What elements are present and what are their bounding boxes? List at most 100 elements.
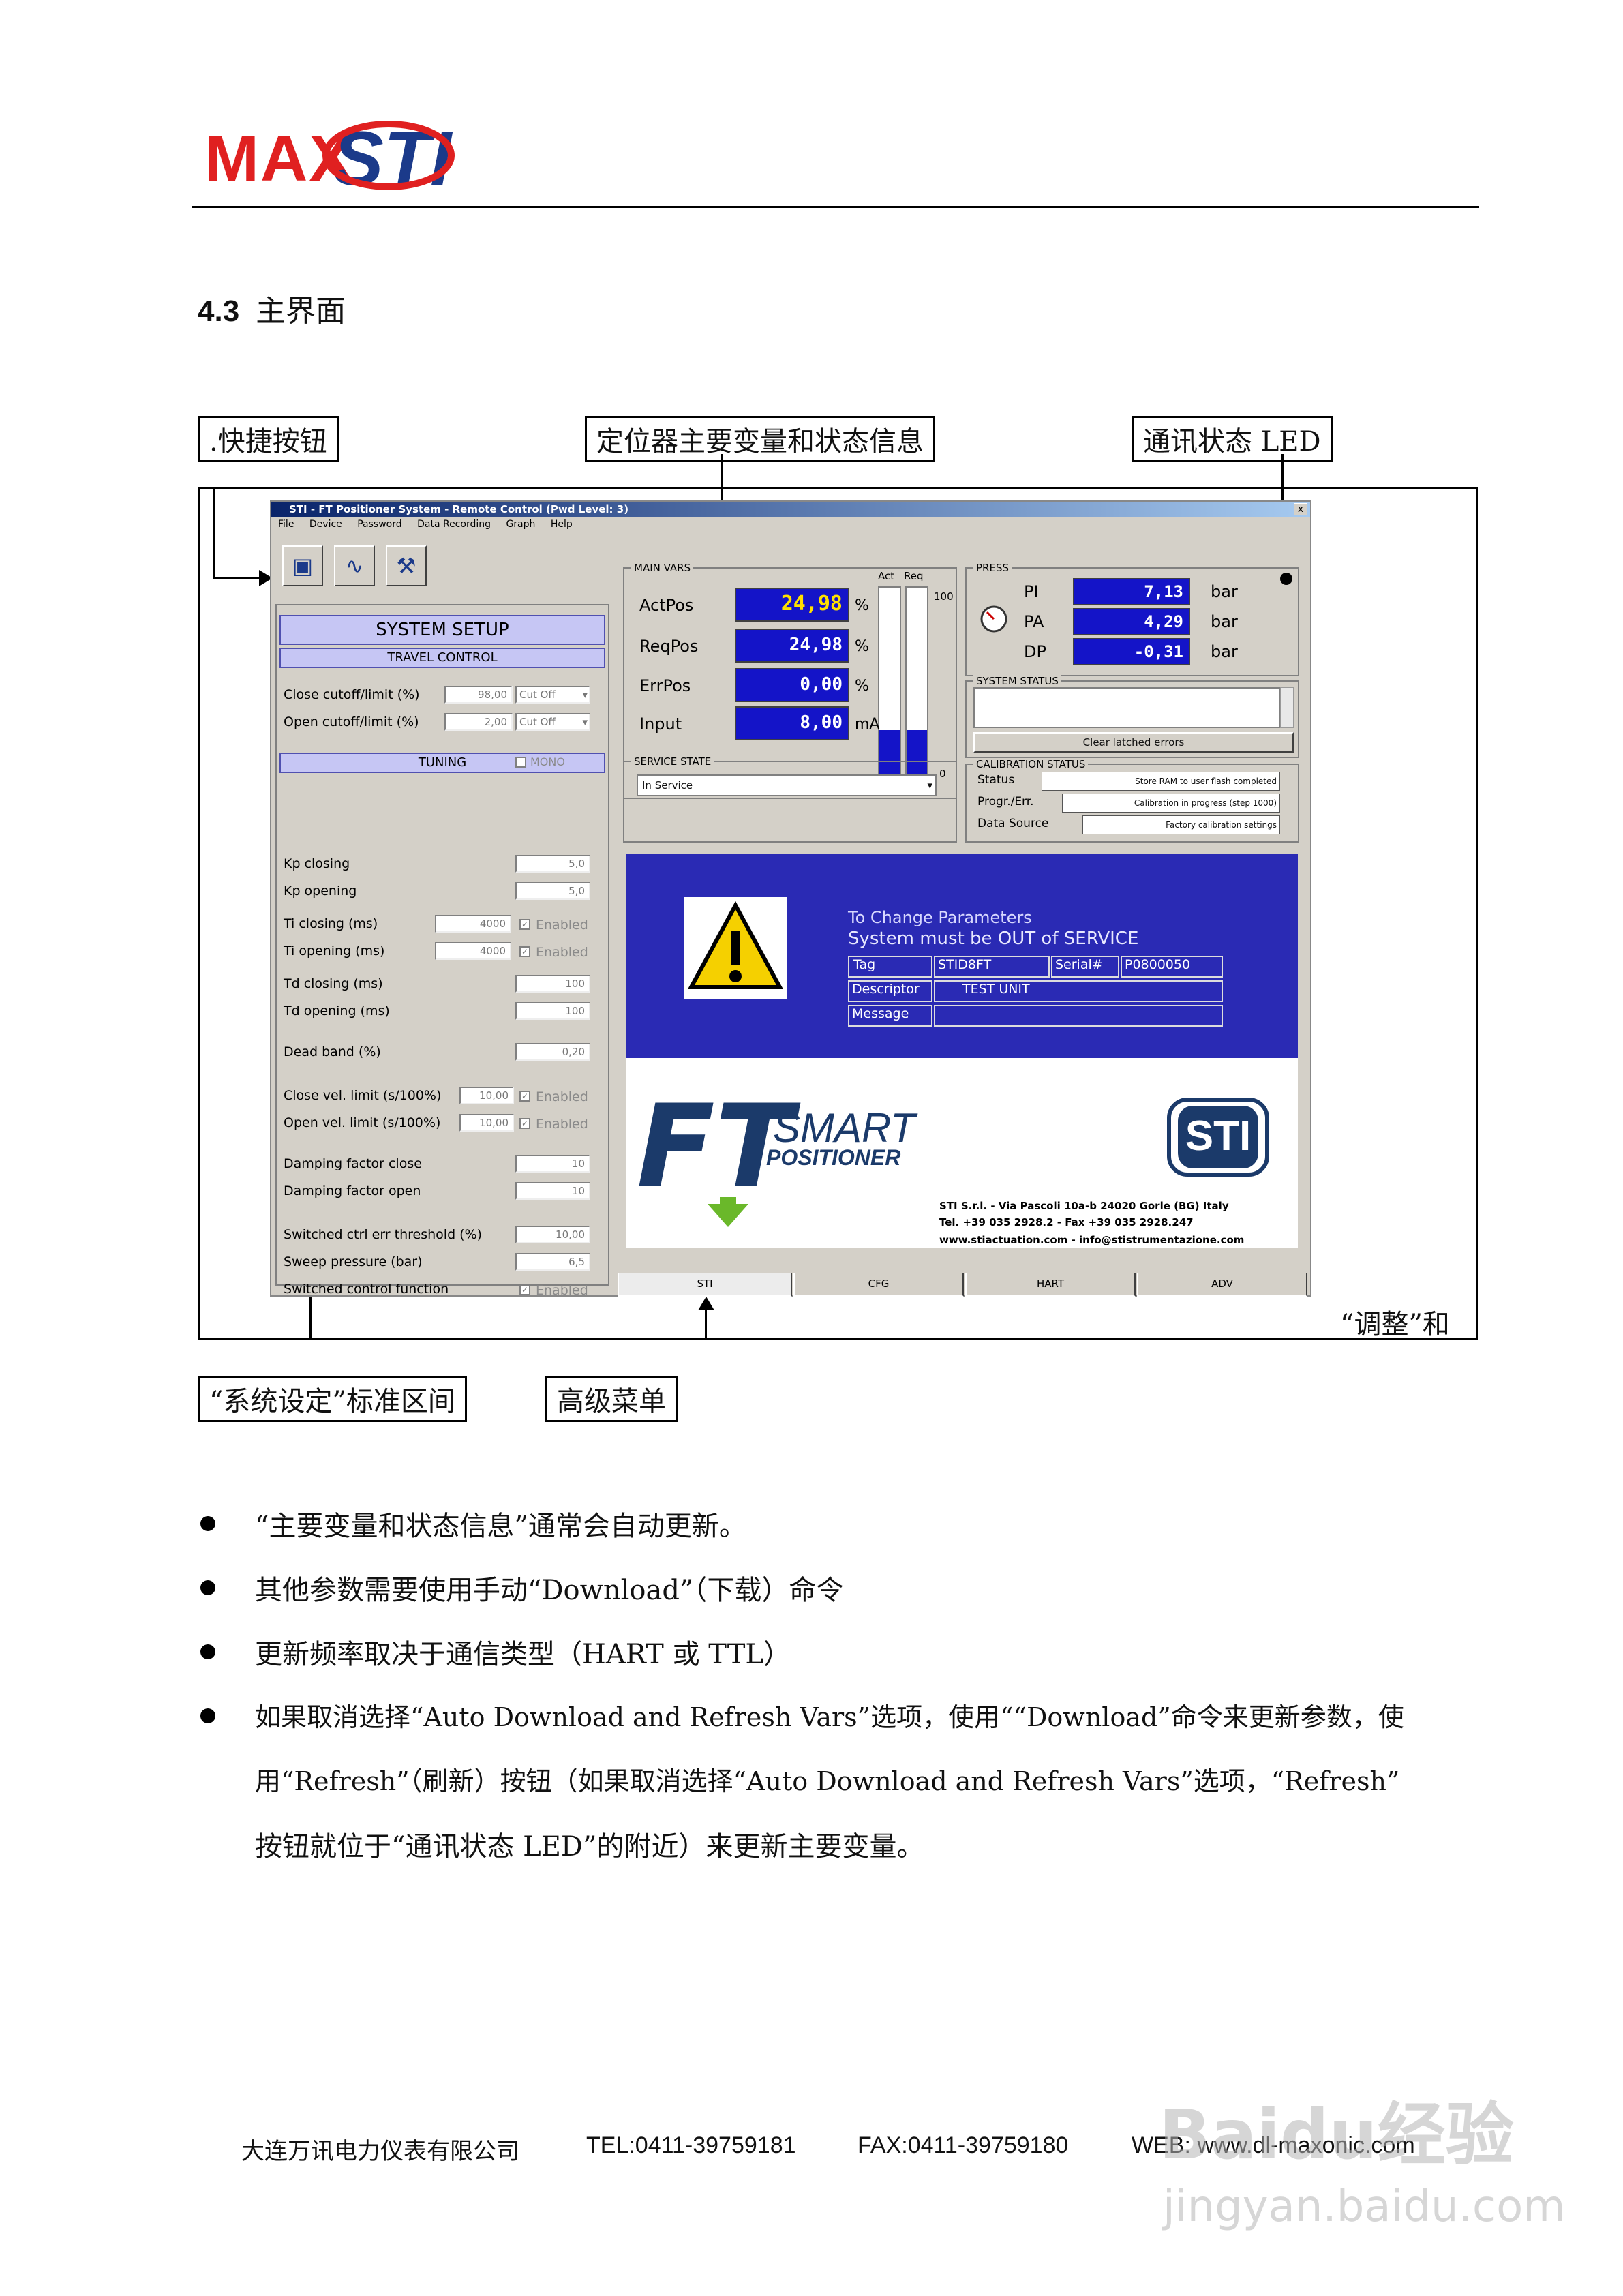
status-scrollbar[interactable] <box>1280 687 1294 728</box>
mono-checkbox[interactable] <box>515 757 526 768</box>
close-icon[interactable]: x <box>1294 503 1307 515</box>
param-enabled-label: Enabled <box>536 945 588 960</box>
sti-badge-text: STI <box>1178 1106 1258 1168</box>
section-number: 4.3 <box>198 294 240 328</box>
monitor-button[interactable]: ▣ <box>282 545 323 586</box>
main-var-label: ActPos <box>639 596 694 615</box>
bullet-dot <box>200 1644 215 1659</box>
watermark-logo: Baidu经验 <box>1159 2095 1514 2175</box>
param-label: Ti closing (ms) <box>284 916 378 931</box>
descriptor-label: Descriptor <box>848 980 932 1002</box>
cal-status-value: Store RAM to user flash completed <box>1042 772 1280 791</box>
param-enabled-checkbox[interactable]: ✓ <box>519 919 530 930</box>
param-enabled-label: Enabled <box>536 1117 588 1132</box>
press-title: PRESS <box>973 562 1012 574</box>
press-unit: bar <box>1211 582 1238 601</box>
descriptor-value: TEST UNIT <box>934 980 1223 1002</box>
param-input[interactable]: 10,00 <box>459 1114 514 1132</box>
param-input[interactable]: 4000 <box>435 915 511 933</box>
param-input[interactable]: 10,00 <box>459 1087 514 1104</box>
param-input[interactable]: 100 <box>515 975 590 993</box>
param-input[interactable]: 4000 <box>435 942 511 960</box>
param-input[interactable]: 10 <box>515 1182 590 1200</box>
section-heading: 4.3 主界面 <box>198 286 346 330</box>
tab-sti[interactable]: STI <box>618 1273 792 1297</box>
brand-arrow-icon <box>708 1197 748 1227</box>
param-input[interactable]: 10,00 <box>515 1226 590 1243</box>
app-window: STI - FT Positioner System - Remote Cont… <box>270 500 1311 1298</box>
menu-help[interactable]: Help <box>551 519 573 530</box>
chart-button[interactable]: ∿ <box>334 545 375 586</box>
brand-positioner: POSITIONER <box>766 1145 901 1170</box>
callout-system-setup: “系统设定”标准区间 <box>198 1376 467 1422</box>
callout-main-vars: 定位器主要变量和状态信息 <box>585 416 935 462</box>
menu-data-recording[interactable]: Data Recording <box>417 519 491 530</box>
param-input[interactable]: 0,20 <box>515 1043 590 1061</box>
press-value: 4,29 <box>1073 608 1190 635</box>
param-label: Open vel. limit (s/100%) <box>284 1115 441 1130</box>
req-label: Req <box>904 570 924 582</box>
bullet-dot <box>200 1516 215 1531</box>
calibration-title: CALIBRATION STATUS <box>973 758 1089 770</box>
close-cutoff-mode-select[interactable]: Cut Off ▾ <box>515 686 590 704</box>
param-enabled-checkbox[interactable]: ✓ <box>519 1118 530 1129</box>
tab-cfg[interactable]: CFG <box>793 1273 964 1297</box>
menu-password[interactable]: Password <box>357 519 401 530</box>
menu-device[interactable]: Device <box>309 519 342 530</box>
main-var-label: ErrPos <box>639 676 691 695</box>
system-status-list[interactable] <box>973 687 1280 728</box>
param-input[interactable]: 5,0 <box>515 882 590 900</box>
param-input[interactable]: 5,0 <box>515 855 590 873</box>
bullet-text-1: “主要变量和状态信息”通常会自动更新。 <box>255 1511 746 1542</box>
main-var-unit: % <box>855 638 869 655</box>
notice-line1: To Change Parameters <box>848 908 1032 927</box>
open-cutoff-mode-value: Cut Off <box>519 716 556 728</box>
menu-file[interactable]: File <box>278 519 294 530</box>
tab-adv[interactable]: ADV <box>1137 1273 1307 1297</box>
scale-top: 100 <box>934 590 954 603</box>
close-cutoff-label: Close cutoff/limit (%) <box>284 687 420 702</box>
bullet-dot <box>200 1708 215 1723</box>
param-input[interactable]: 100 <box>515 1002 590 1020</box>
param-enabled-checkbox[interactable]: ✓ <box>519 946 530 957</box>
main-var-label: Input <box>639 714 682 734</box>
open-cutoff-input[interactable]: 2,00 <box>444 713 513 731</box>
param-input[interactable]: 10 <box>515 1155 590 1173</box>
close-cutoff-mode-value: Cut Off <box>519 689 556 701</box>
service-state-select[interactable]: In Service ▾ <box>637 774 937 796</box>
param-enabled-checkbox[interactable]: ✓ <box>519 1284 530 1295</box>
open-cutoff-mode-select[interactable]: Cut Off ▾ <box>515 713 590 731</box>
close-cutoff-input[interactable]: 98,00 <box>444 686 513 704</box>
chevron-down-icon: ▾ <box>927 779 932 791</box>
service-state-group <box>623 761 957 843</box>
param-input[interactable]: 6,5 <box>515 1253 590 1271</box>
main-var-unit: mA <box>855 716 880 733</box>
logo-swoosh-icon <box>322 121 455 190</box>
param-enabled-checkbox[interactable]: ✓ <box>519 1091 530 1102</box>
main-var-unit: % <box>855 678 869 695</box>
brand-address1: STI S.r.l. - Via Pascoli 10a-b 24020 Gor… <box>939 1200 1229 1212</box>
main-vars-title: MAIN VARS <box>631 562 694 574</box>
press-label: PI <box>1024 582 1039 601</box>
clear-latched-errors-button[interactable]: Clear latched errors <box>973 732 1294 753</box>
main-var-unit: % <box>855 597 869 614</box>
bullet-dot <box>200 1580 215 1595</box>
monitor-icon: ▣ <box>292 553 314 579</box>
main-var-label: ReqPos <box>639 637 699 656</box>
service-state-value: In Service <box>642 779 693 791</box>
tab-hart[interactable]: HART <box>965 1273 1136 1297</box>
footer-company: 大连万讯电力仪表有限公司 <box>241 2138 519 2165</box>
service-state-title: SERVICE STATE <box>631 755 714 768</box>
mono-label: MONO <box>530 755 565 768</box>
bullet-text-4-end: 按钮就位于“通讯状态 LED”的附近）来更新主要变量。 <box>255 1831 924 1862</box>
main-var-value: 24,98 <box>735 588 849 622</box>
menu-graph[interactable]: Graph <box>506 519 535 530</box>
param-label: Dead band (%) <box>284 1044 381 1059</box>
param-label: Td closing (ms) <box>284 976 383 991</box>
param-label: Sweep pressure (bar) <box>284 1254 423 1269</box>
tools-button[interactable]: ⚒ <box>386 545 427 586</box>
comm-status-led-icon[interactable] <box>1280 573 1292 585</box>
press-unit: bar <box>1211 612 1238 631</box>
param-label: Switched control function <box>284 1282 449 1297</box>
param-label: Close vel. limit (s/100%) <box>284 1088 442 1103</box>
